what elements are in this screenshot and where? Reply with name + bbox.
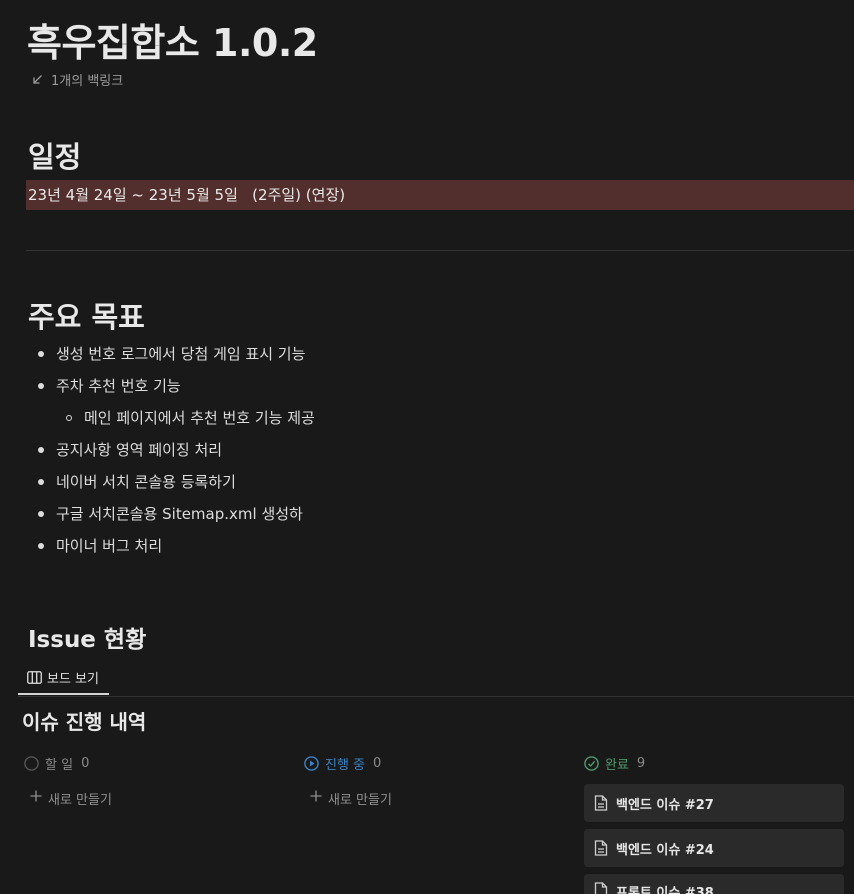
column-label: 진행 중 [325,757,366,773]
column-todo-header[interactable]: 할 일 0 [24,752,89,774]
board-columns-icon [27,671,42,684]
issue-heading: Issue 현황 [28,627,147,653]
column-count: 9 [636,755,646,771]
schedule-heading: 일정 [28,140,82,174]
goal-item[interactable]: 생성 번호 로그에서 당첨 게임 표시 기능 [38,338,305,370]
hollow-bullet-icon [66,415,72,421]
check-circle-icon [584,755,599,771]
card-title: 프론트 이슈 #38 [616,886,714,894]
card-title: 백엔드 이슈 #27 [616,797,714,813]
view-tabs: 보드 보기 [18,662,854,697]
goal-subitem[interactable]: 메인 페이지에서 추천 번호 기능 제공 [66,402,315,434]
bullet-icon [38,383,44,389]
tab-board-view[interactable]: 보드 보기 [18,662,109,695]
board-card[interactable]: 백엔드 이슈 #24 [584,829,844,867]
board-card[interactable]: 백엔드 이슈 #27 [584,784,844,822]
goal-item[interactable]: 네이버 서치 콘솔용 등록하기 [38,466,236,498]
goals-heading: 주요 목표 [28,300,145,334]
document-icon [594,795,608,811]
goal-item[interactable]: 구글 서치콘솔용 Sitemap.xml 생성하 [38,498,303,530]
document-icon [594,882,608,894]
column-label: 완료 [605,757,629,773]
page-title[interactable]: 흑우집합소 1.0.2 [27,12,318,67]
new-item-button[interactable]: 새로 만들기 [310,788,392,808]
play-circle-icon [304,755,319,771]
column-count: 0 [81,755,90,771]
goal-item[interactable]: 마이너 버그 처리 [38,530,162,562]
schedule-highlight-text[interactable]: 23년 4월 24일 ~ 23년 5월 5일 (2주일) (연장) [26,180,854,210]
arrow-down-left-icon [32,74,43,85]
board-card[interactable]: 프론트 이슈 #38 [584,874,844,894]
plus-icon [30,790,42,806]
goal-item[interactable]: 주차 추천 번호 기능 [38,370,181,402]
bullet-icon [38,447,44,453]
card-title: 백엔드 이슈 #24 [616,842,714,858]
column-done-header[interactable]: 완료 9 [584,752,645,774]
board-title[interactable]: 이슈 진행 내역 [22,706,146,735]
backlink-link[interactable]: 1개의 백링크 [32,70,123,89]
column-in-progress-header[interactable]: 진행 중 0 [304,752,381,774]
bullet-icon [38,511,44,517]
tab-label: 보드 보기 [47,672,99,687]
bullet-icon [38,351,44,357]
bullet-icon [38,543,44,549]
bullet-icon [38,479,44,485]
plus-icon [310,790,322,806]
new-item-button[interactable]: 새로 만들기 [30,788,112,808]
empty-circle-icon [24,755,39,771]
column-label: 할 일 [45,757,74,773]
backlink-label: 1개의 백링크 [51,74,124,89]
document-icon [594,840,608,856]
column-count: 0 [373,755,382,771]
goal-item[interactable]: 공지사항 영역 페이징 처리 [38,434,222,466]
notion-page: 흑우집합소 1.0.2 1개의 백링크 일정 23년 4월 24일 ~ 23년 … [0,0,854,894]
divider [26,250,854,251]
